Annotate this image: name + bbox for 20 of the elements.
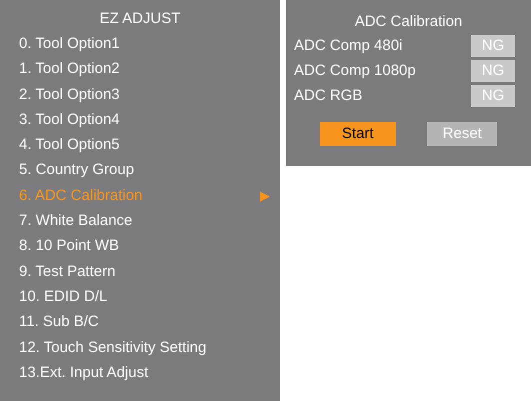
menu-item[interactable]: 0. Tool Option1 <box>19 31 270 56</box>
menu-item[interactable]: 12. Touch Sensitivity Setting <box>19 334 270 360</box>
panel-title: ADC Calibration <box>354 12 464 32</box>
menu-item[interactable]: 7. White Balance <box>19 208 270 234</box>
menu-title: EZ ADJUST <box>98 9 182 29</box>
menu-item[interactable]: 8. 10 Point WB <box>19 233 270 259</box>
arrow-icon: ▶ <box>260 182 270 208</box>
adc-label: ADC Comp 480i <box>294 36 402 56</box>
menu-item[interactable]: 5. Country Group <box>19 157 270 183</box>
adc-label: ADC Comp 1080p <box>294 60 416 81</box>
menu-item[interactable]: 9. Test Pattern <box>19 258 270 284</box>
adc-label: ADC RGB <box>294 86 362 106</box>
menu-item[interactable]: 4. Tool Option5 <box>19 132 270 158</box>
menu-item[interactable]: 2. Tool Option3 <box>19 82 270 107</box>
start-button[interactable]: Start <box>320 122 396 146</box>
menu-item[interactable]: 10. EDID D/L <box>19 284 270 310</box>
menu-item[interactable]: 1. Tool Option2 <box>19 56 270 82</box>
menu-item[interactable]: 3. Tool Option4 <box>19 106 270 132</box>
menu-item[interactable]: 11. Sub B/C <box>19 309 270 335</box>
menu-item[interactable]: 13.Ext. Input Adjust <box>19 360 270 386</box>
